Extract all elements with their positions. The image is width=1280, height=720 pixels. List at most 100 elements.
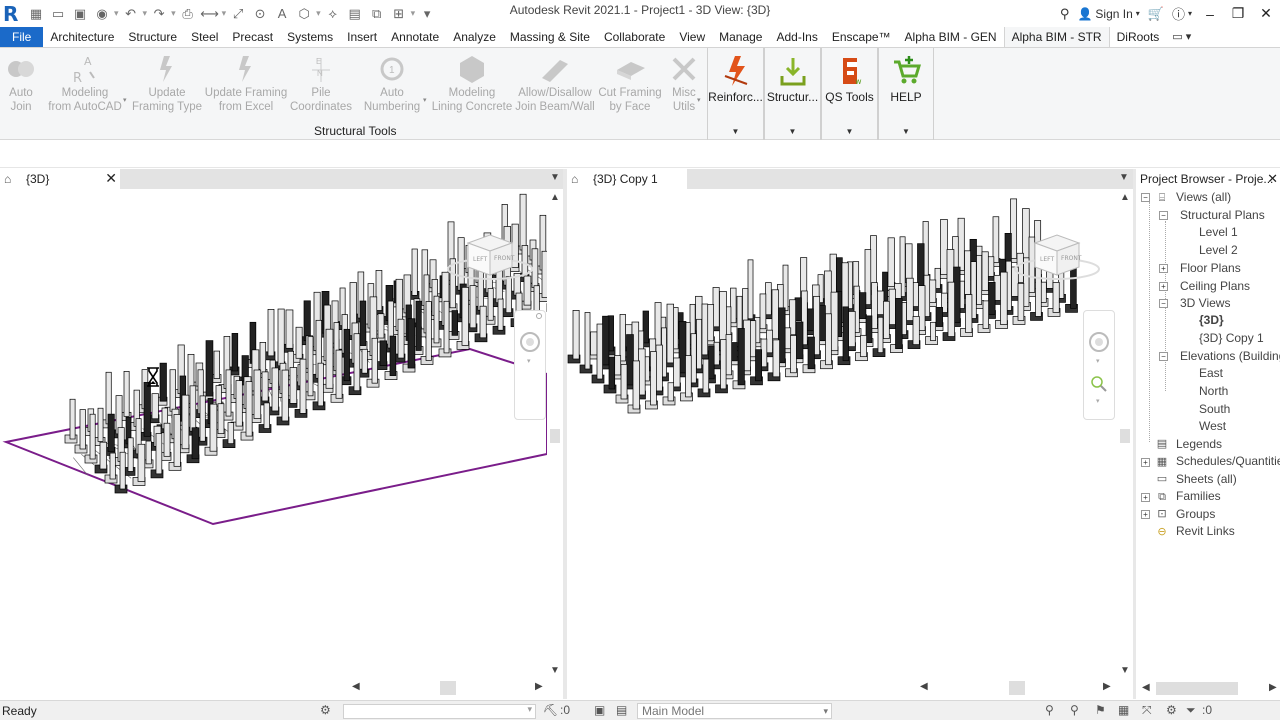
misc-utils-dropdown-icon[interactable]: ▾ [697,96,701,104]
binoculars-icon[interactable]: ⚲ [1060,6,1070,22]
viewport-3d[interactable]: LEFT FRONT ▾ ▲ ▼ ◀ ▶ [0,189,563,699]
tab-massing-site[interactable]: Massing & Site [503,27,597,47]
tab-analyze[interactable]: Analyze [446,27,503,47]
close-window-button[interactable]: ✕ [1252,5,1280,22]
qs-tools-dropdown-icon[interactable]: ▼ [822,127,877,136]
thin-lines-icon[interactable]: ▤ [346,5,364,23]
floor-plans-toggle-icon[interactable]: + [1159,264,1168,273]
ceiling-plans-toggle-icon[interactable]: + [1159,282,1168,291]
steering-wheel-zoom-icon[interactable]: ▾▾ [1084,311,1114,411]
tree-item-level-1[interactable]: Level 1 [1199,224,1238,241]
tree-item-3d-selected[interactable]: {3D} [1199,312,1224,329]
switch-windows-icon[interactable]: ⊞ [390,5,408,23]
groups-toggle-icon[interactable]: + [1141,510,1150,519]
text-icon[interactable]: A [273,5,291,23]
tree-item-revit-links[interactable]: Revit Links [1176,523,1235,540]
tag-icon[interactable]: ⊙ [251,5,269,23]
redo-icon[interactable]: ↷ [150,5,168,23]
tab-systems[interactable]: Systems [280,27,340,47]
structure-button[interactable]: Structur... [765,52,820,104]
viewport-3d-copy[interactable]: LEFT FRONT ▾ ▾ ▲ ▼ ◀ ▶ [567,189,1133,699]
left-hscroll-thumb[interactable] [440,681,456,695]
drag-elements-icon[interactable]: ⤧ [1142,703,1152,718]
views-all-toggle-icon[interactable]: − [1141,193,1150,202]
right-hscroll-thumb[interactable] [1009,681,1025,695]
view-tab-3d-copy-1[interactable]: ⌂ {3D} Copy 1 [567,169,687,189]
viewcube-left[interactable]: LEFT FRONT [440,229,540,294]
viewcube-right[interactable]: LEFT FRONT [1007,229,1107,294]
structural-plans-toggle-icon[interactable]: − [1159,211,1168,220]
help-icon[interactable]: ⓘ ▾ [1172,4,1192,23]
close-hidden-windows-icon[interactable]: ⧉ [368,5,386,23]
left-vscroll-thumb[interactable] [550,429,560,443]
right-vscroll-thumb[interactable] [1120,429,1130,443]
workset-dropdown[interactable]: ▾ [343,704,536,719]
restore-button[interactable]: ❐ [1224,5,1252,22]
scroll-right-icon[interactable]: ▶ [535,681,543,692]
tab-diroots[interactable]: DiRoots [1110,27,1167,47]
update-framing-from-excel-button[interactable]: Update Framing from Excel [204,52,288,114]
scroll-down-icon[interactable]: ▼ [550,665,560,676]
tree-item-structural-plans[interactable]: Structural Plans [1180,207,1265,224]
browser-hscroll-thumb[interactable] [1156,682,1238,695]
reinforcement-button[interactable]: Reinforc... [708,52,763,104]
left-view-list-dropdown-icon[interactable]: ▼ [550,172,560,183]
tree-item-3d-views[interactable]: 3D Views [1180,295,1230,312]
tree-item-groups[interactable]: Groups [1176,506,1215,523]
measure-icon[interactable]: ⟷ [200,5,219,23]
steering-wheel-icon[interactable]: ▾ [515,311,545,411]
browser-scroll-left-icon[interactable]: ◀ [1142,682,1150,693]
worksets-icon[interactable]: ⚙ [320,703,331,717]
tab-add-ins[interactable]: Add-Ins [769,27,824,47]
switch-windows-dropdown-icon[interactable]: ▾ [411,8,416,19]
select-links-icon[interactable]: ⚲ [1045,703,1054,717]
tab-structure[interactable]: Structure [121,27,184,47]
filter-icon[interactable]: ⏷ [1186,703,1196,718]
modeling-lining-concrete-button[interactable]: Modeling Lining Concrete [430,52,514,114]
section-icon[interactable]: ⟡ [324,5,342,23]
modeling-from-autocad-button[interactable]: AR Modeling from AutoCAD [46,52,124,114]
tab-view[interactable]: View [672,27,712,47]
tab-alpha-bim-gen[interactable]: Alpha BIM - GEN [898,27,1004,47]
editable-only-icon[interactable]: ⛏ [543,703,558,717]
tree-item-sheets[interactable]: Sheets (all) [1176,471,1237,488]
misc-utils-button[interactable]: Misc Utils [666,52,702,114]
tree-item-level-2[interactable]: Level 2 [1199,242,1238,259]
tab-collaborate[interactable]: Collaborate [597,27,672,47]
undo-dropdown-icon[interactable]: ▾ [143,8,148,19]
home-icon[interactable]: ▦ [27,5,45,23]
help-ribbon-button[interactable]: HELP [879,52,933,104]
modeling-autocad-dropdown-icon[interactable]: ▾ [123,96,127,104]
sign-in-button[interactable]: 👤 Sign In ▾ [1077,7,1139,21]
tab-file[interactable]: File [0,27,44,47]
right-scroll-right-icon[interactable]: ▶ [1103,681,1111,692]
sync-icon[interactable]: ◉ [93,5,111,23]
help-dropdown-icon[interactable]: ▼ [879,127,933,136]
scroll-up-icon[interactable]: ▲ [550,192,560,203]
tree-item-south[interactable]: South [1199,401,1230,418]
revit-logo-icon[interactable]: R [3,2,25,26]
scroll-left-icon[interactable]: ◀ [352,681,360,692]
tab-annotate[interactable]: Annotate [384,27,446,47]
browser-scroll-right-icon[interactable]: ▶ [1269,682,1277,693]
auto-numbering-button[interactable]: 1 Auto Numbering [360,52,424,114]
tab-enscape[interactable]: Enscape™ [825,27,898,47]
schedules-toggle-icon[interactable]: + [1141,458,1150,467]
tree-item-families[interactable]: Families [1176,488,1221,505]
right-view-list-dropdown-icon[interactable]: ▼ [1119,172,1129,183]
reinforcement-dropdown-icon[interactable]: ▼ [708,127,763,136]
tree-item-schedules[interactable]: Schedules/Quantities [1176,453,1280,470]
right-scroll-up-icon[interactable]: ▲ [1120,192,1130,203]
select-pinned-icon[interactable]: ⚑ [1095,703,1106,717]
tab-steel[interactable]: Steel [184,27,225,47]
open-icon[interactable]: ▭ [49,5,67,23]
qs-tools-button[interactable]: w QS Tools [822,52,877,104]
families-toggle-icon[interactable]: + [1141,493,1150,502]
allow-disallow-join-button[interactable]: Allow/Disallow Join Beam/Wall [514,52,596,114]
measure-dropdown-icon[interactable]: ▾ [222,8,227,19]
tab-precast[interactable]: Precast [225,27,280,47]
auto-join-button[interactable]: Auto Join [4,52,38,114]
auto-numbering-dropdown-icon[interactable]: ▾ [423,96,427,104]
elevations-toggle-icon[interactable]: − [1159,352,1168,361]
tree-item-east[interactable]: East [1199,365,1223,382]
